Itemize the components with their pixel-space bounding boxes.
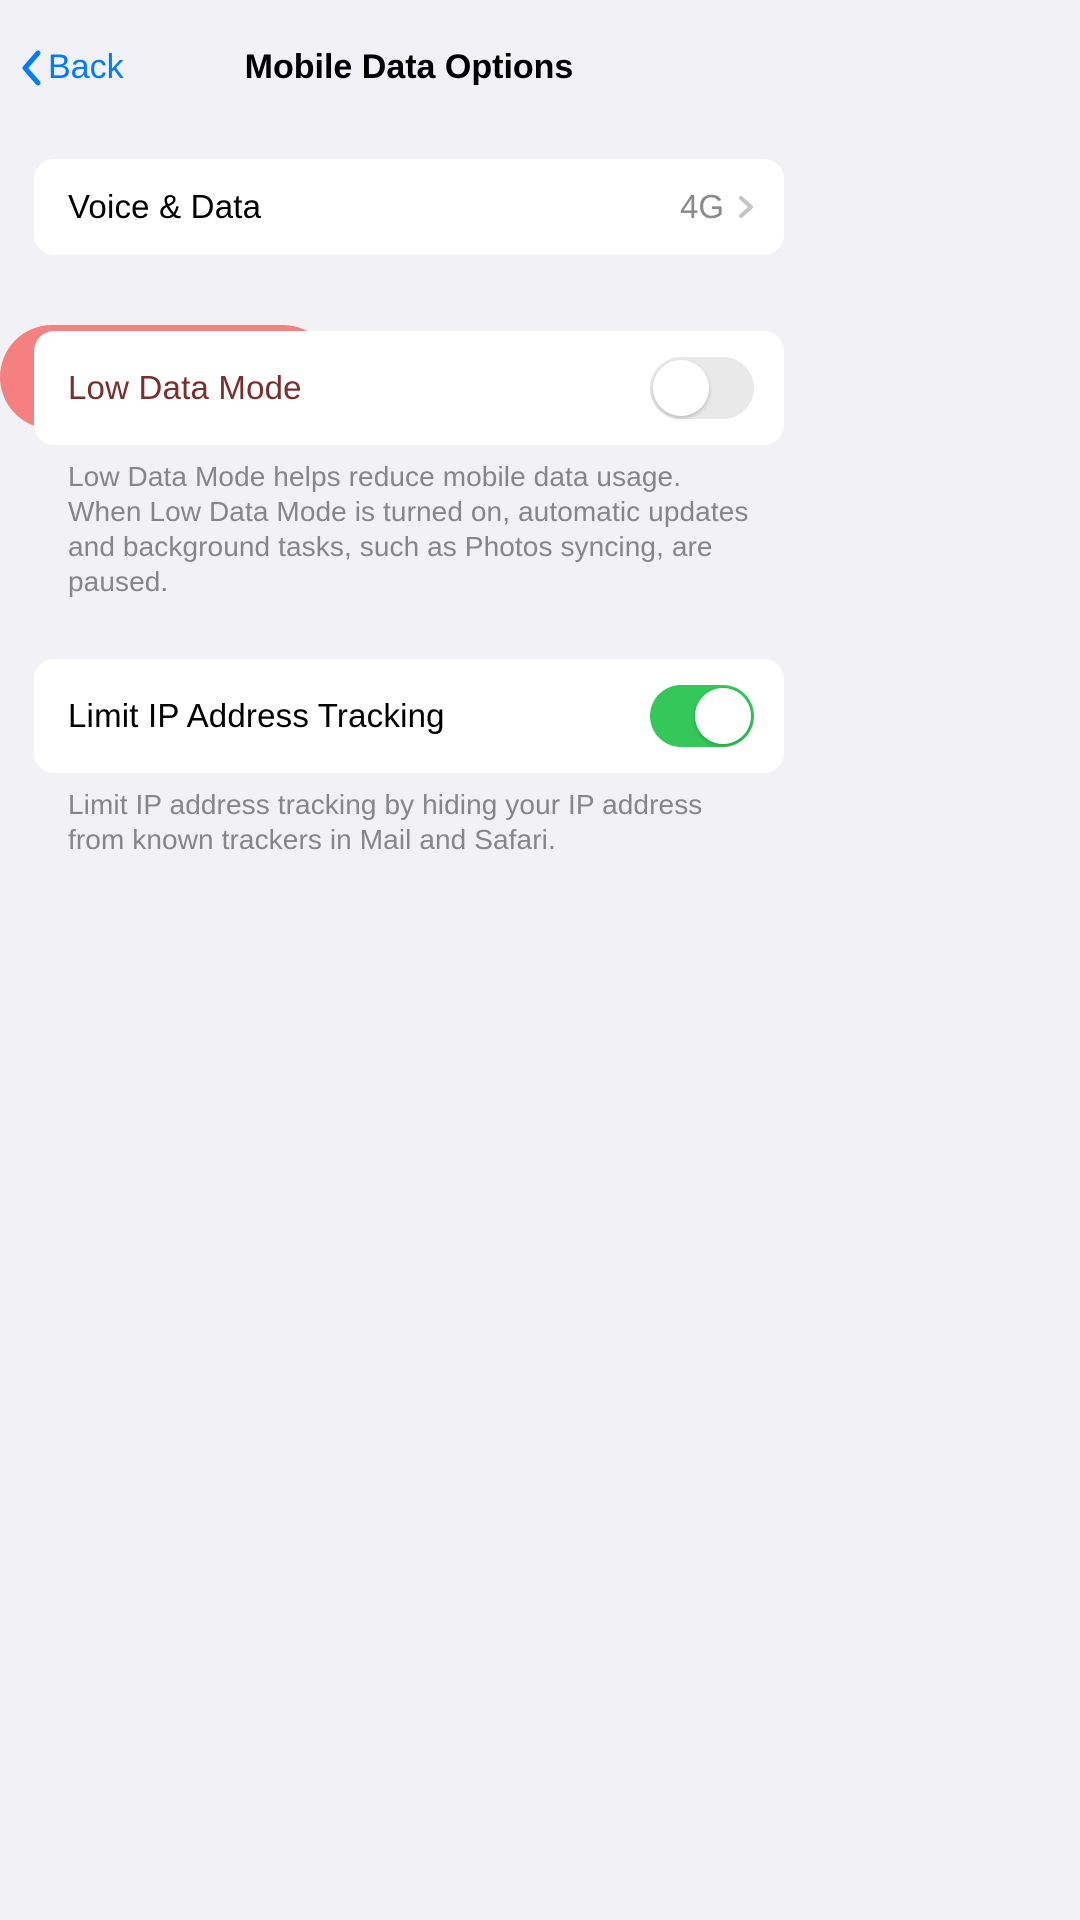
voice-data-cell[interactable]: Voice & Data 4G: [34, 159, 784, 255]
voice-data-label: Voice & Data: [68, 188, 261, 226]
limit-ip-cell[interactable]: Limit IP Address Tracking: [34, 659, 784, 773]
toggle-knob: [653, 360, 709, 416]
limit-ip-label: Limit IP Address Tracking: [68, 697, 445, 735]
header-bar: Back Mobile Data Options: [0, 0, 818, 111]
limit-ip-footer: Limit IP address tracking by hiding your…: [34, 773, 784, 857]
limit-ip-group: Limit IP Address Tracking: [34, 659, 784, 773]
toggle-knob: [695, 688, 751, 744]
cell-trailing: 4G: [680, 188, 754, 226]
limit-ip-toggle[interactable]: [650, 685, 754, 747]
chevron-right-icon: [738, 195, 754, 219]
low-data-mode-cell[interactable]: Low Data Mode: [34, 331, 784, 445]
content-area: Voice & Data 4G Low Data Mode Low Data: [0, 111, 818, 857]
low-data-mode-label: Low Data Mode: [68, 369, 302, 407]
voice-data-value: 4G: [680, 188, 724, 226]
low-data-mode-footer: Low Data Mode helps reduce mobile data u…: [34, 445, 784, 599]
back-label: Back: [48, 48, 124, 87]
low-data-mode-toggle[interactable]: [650, 357, 754, 419]
chevron-left-icon: [20, 50, 42, 86]
low-data-group: Low Data Mode: [34, 331, 784, 445]
back-button[interactable]: Back: [20, 48, 124, 87]
voice-data-group: Voice & Data 4G: [34, 159, 784, 255]
